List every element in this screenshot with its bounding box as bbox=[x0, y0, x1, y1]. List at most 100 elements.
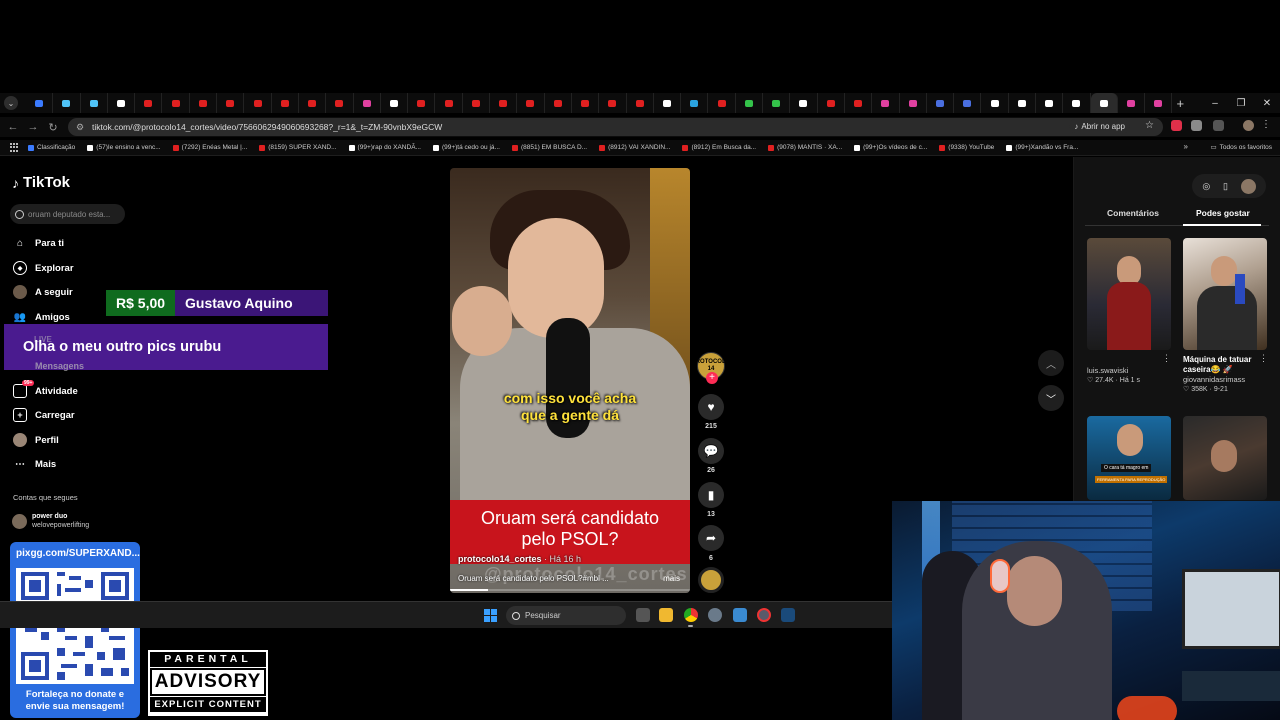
browser-tab[interactable] bbox=[162, 93, 190, 113]
save-button[interactable]: ▮ bbox=[698, 482, 724, 508]
device-icon[interactable]: ▯ bbox=[1223, 181, 1228, 192]
browser-tab[interactable] bbox=[927, 93, 955, 113]
nav-upload[interactable]: + Carregar bbox=[13, 408, 75, 422]
extension-icon[interactable] bbox=[1191, 120, 1202, 131]
nav-activity[interactable]: 99+ Atividade bbox=[13, 380, 78, 398]
site-settings-icon[interactable]: ⚙ bbox=[73, 122, 87, 133]
browser-tab[interactable] bbox=[1145, 93, 1173, 113]
browser-tab[interactable] bbox=[736, 93, 764, 113]
next-video-button[interactable]: ﹀ bbox=[1038, 385, 1064, 411]
browser-tab[interactable] bbox=[26, 93, 54, 113]
bookmark-star-icon[interactable]: ☆ bbox=[1145, 120, 1154, 131]
browser-tab[interactable] bbox=[1009, 93, 1036, 113]
forward-button[interactable]: → bbox=[23, 121, 43, 133]
obs-icon[interactable] bbox=[757, 608, 771, 622]
maximize-button[interactable]: ❐ bbox=[1228, 93, 1254, 113]
profile-avatar-icon[interactable] bbox=[1243, 120, 1254, 131]
bookmark-item[interactable]: (8912) Em Busca da... bbox=[682, 144, 756, 151]
description-more-button[interactable]: mais bbox=[663, 574, 680, 583]
browser-tab[interactable] bbox=[900, 93, 927, 113]
browser-tab[interactable] bbox=[517, 93, 545, 113]
coins-icon[interactable]: ◎ bbox=[1202, 181, 1210, 192]
browser-tab[interactable] bbox=[272, 93, 299, 113]
browser-tab[interactable] bbox=[190, 93, 218, 113]
browser-tab[interactable] bbox=[463, 93, 491, 113]
browser-tab[interactable] bbox=[818, 93, 845, 113]
tab-comments[interactable]: Comentários bbox=[1107, 208, 1159, 218]
bookmark-item[interactable]: (8159) SUPER XAND... bbox=[259, 144, 337, 151]
bookmark-item[interactable]: (99+)Xandão vs Fra... bbox=[1006, 144, 1078, 151]
nav-friends[interactable]: 👥 Amigos bbox=[13, 310, 70, 324]
browser-tab[interactable] bbox=[81, 93, 108, 113]
taskbar-search[interactable]: Pesquisar bbox=[506, 606, 626, 625]
like-button[interactable]: ♥ bbox=[698, 394, 724, 420]
more-options-icon[interactable]: ⋮ bbox=[1162, 353, 1171, 364]
bookmark-item[interactable]: (8912) VAI XANDIN... bbox=[599, 144, 670, 151]
puzzle-extensions-icon[interactable] bbox=[1213, 120, 1224, 131]
bookmark-item[interactable]: (57)Ie ensino a venc... bbox=[87, 144, 161, 151]
browser-tab[interactable] bbox=[354, 93, 381, 113]
browser-tab[interactable] bbox=[599, 93, 627, 113]
following-account[interactable]: power duo welovepowerlifting bbox=[12, 512, 89, 530]
nav-profile[interactable]: Perfil bbox=[13, 433, 59, 447]
video-author[interactable]: protocolo14_cortes · Há 16 h bbox=[458, 554, 581, 564]
video-progress-bar[interactable] bbox=[450, 589, 690, 591]
bookmark-item[interactable]: (99+)tá cedo ou já... bbox=[432, 144, 500, 151]
suggested-video[interactable]: O cara tá magro em FERRAMENTA PARA REPRO… bbox=[1087, 416, 1171, 500]
editor-app-icon[interactable] bbox=[733, 608, 747, 622]
browser-tab[interactable] bbox=[490, 93, 518, 113]
tab-you-may-like[interactable]: Podes gostar bbox=[1196, 208, 1250, 218]
browser-tab[interactable] bbox=[381, 93, 409, 113]
video-player[interactable]: com isso você acha que a gente dá Oruam … bbox=[450, 168, 690, 593]
browser-tab[interactable] bbox=[872, 93, 900, 113]
browser-tab[interactable] bbox=[681, 93, 709, 113]
suggested-video[interactable] bbox=[1183, 416, 1267, 500]
comment-button[interactable]: 💬 bbox=[698, 438, 724, 464]
suggested-video[interactable] bbox=[1087, 238, 1171, 350]
browser-tab[interactable] bbox=[954, 93, 982, 113]
tab-search-button[interactable]: ⌄ bbox=[4, 96, 18, 110]
menu-kebab-icon[interactable]: ⋮ bbox=[1261, 119, 1272, 130]
browser-tab[interactable] bbox=[326, 93, 354, 113]
url-field[interactable]: ⚙ tiktok.com/@protocolo14_cortes/video/7… bbox=[68, 118, 1163, 136]
bookmark-item[interactable]: (99+)rap do XANDÃ... bbox=[348, 144, 421, 151]
browser-tab[interactable] bbox=[545, 93, 572, 113]
nav-more[interactable]: ⋯ Mais bbox=[13, 457, 56, 471]
browser-tab[interactable] bbox=[845, 93, 873, 113]
bookmark-item[interactable]: (9338) YouTube bbox=[939, 144, 994, 151]
browser-tab[interactable] bbox=[790, 93, 818, 113]
browser-tab[interactable] bbox=[627, 93, 654, 113]
chrome-icon[interactable] bbox=[684, 608, 698, 622]
browser-tab[interactable] bbox=[435, 93, 463, 113]
tiktok-search[interactable] bbox=[10, 204, 125, 224]
nav-for-you[interactable]: ⌂ Para ti bbox=[13, 236, 64, 250]
browser-tab[interactable] bbox=[1036, 93, 1064, 113]
browser-tab[interactable] bbox=[654, 93, 682, 113]
back-button[interactable]: ← bbox=[3, 121, 23, 133]
browser-tab[interactable] bbox=[1063, 93, 1091, 113]
nav-following[interactable]: A seguir bbox=[13, 285, 73, 299]
search-input[interactable] bbox=[28, 209, 120, 219]
browser-tab[interactable] bbox=[708, 93, 736, 113]
browser-tab[interactable] bbox=[1090, 93, 1118, 113]
suggested-video[interactable] bbox=[1183, 238, 1267, 350]
settings-gear-icon[interactable] bbox=[708, 608, 722, 622]
user-avatar[interactable] bbox=[1240, 178, 1256, 194]
browser-tab[interactable] bbox=[53, 93, 81, 113]
minimize-button[interactable]: – bbox=[1202, 93, 1228, 113]
apps-grid-icon[interactable] bbox=[10, 142, 20, 153]
more-options-icon[interactable]: ⋮ bbox=[1259, 353, 1268, 364]
browser-tab[interactable] bbox=[1118, 93, 1146, 113]
browser-tab[interactable] bbox=[299, 93, 327, 113]
previous-video-button[interactable]: ︿ bbox=[1038, 350, 1064, 376]
reload-button[interactable]: ↻ bbox=[43, 121, 63, 134]
steam-icon[interactable] bbox=[781, 608, 795, 622]
bookmark-item[interactable]: Classificação bbox=[28, 144, 75, 151]
close-window-button[interactable]: ✕ bbox=[1254, 93, 1280, 113]
bookmarks-overflow-button[interactable]: » bbox=[1184, 142, 1188, 151]
bookmark-item[interactable]: (7292) Enéas Metal |... bbox=[172, 144, 247, 151]
follow-plus-button[interactable]: + bbox=[706, 372, 718, 384]
windows-start-icon[interactable] bbox=[484, 609, 497, 622]
browser-tab[interactable] bbox=[981, 93, 1009, 113]
music-disc-icon[interactable] bbox=[698, 567, 724, 593]
